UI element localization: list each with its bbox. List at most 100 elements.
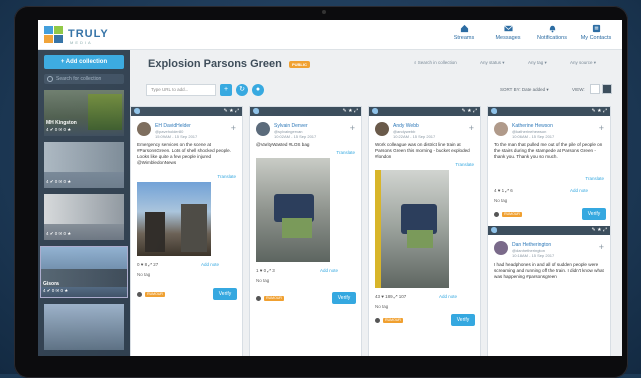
sort-by-dropdown[interactable]: SORT BY: Date added ▾ [500,87,549,93]
add-icon[interactable]: + [599,123,604,133]
collection-thumb-selected[interactable]: Gisora 4 ✔ 0 ✉ 0 ★ [40,246,128,298]
photo-figure [145,212,165,252]
tweet-text: Emergency services on the scene at #Pars… [137,142,231,165]
avatar [494,241,508,255]
thumb-caption: MH Kingston [46,120,77,126]
add-note-link[interactable]: Add note [439,294,457,299]
collection-thumb[interactable] [44,304,124,350]
tweet-card[interactable]: ✎ ★ ⤢ Katherine Hewson @katherinehewson … [487,106,611,356]
photo-figure [181,204,207,252]
card-tools[interactable]: ✎ ★ ⤢ [592,227,607,233]
rumour-pill[interactable]: RUMOUR [264,296,284,301]
twitter-icon [134,108,140,114]
tweet-photo[interactable] [256,158,330,262]
translate-link[interactable]: Translate [455,162,474,167]
card-tools[interactable]: ✎ ★ ⤢ [592,108,607,114]
thumb-image [44,194,124,224]
status-dot [256,296,261,301]
collection-thumb[interactable]: 4 ✔ 0 ✉ 0 ★ [44,142,124,188]
grid-view-button[interactable] [602,84,612,94]
url-input[interactable]: Type URL to add... [146,84,216,96]
nav-label: My Contacts [580,35,612,41]
tweet-photo[interactable] [375,170,449,288]
twitter-icon [491,227,497,233]
user-icon[interactable]: ● [252,84,264,96]
rumour-pill[interactable]: RUMOUR [145,292,165,297]
tweet-text: To the man that pulled me out of the pil… [494,142,603,159]
collection-title-text: Explosion Parsons Green [148,58,282,70]
nav-notifications[interactable]: Notifications [530,24,574,48]
twitter-icon [372,108,378,114]
refresh-icon[interactable]: ↻ [236,84,248,96]
add-icon[interactable]: + [469,123,474,133]
photo-bag [407,230,433,248]
rumour-pill[interactable]: RUMOUR [502,212,522,217]
list-view-button[interactable] [590,84,600,94]
add-collection-button[interactable]: + Add collection [44,55,124,69]
twitter-icon [491,108,497,114]
view-label: VIEW: [572,87,585,92]
card-tools[interactable]: ✎ ★ ⤢ [224,108,239,114]
tag-label: No tag [137,272,151,277]
twitter-icon [253,108,259,114]
nav-contacts[interactable]: My Contacts [574,24,618,48]
card-body: Katherine Hewson @katherinehewson 10:06A… [488,116,610,356]
tweet-photo[interactable] [137,182,211,256]
add-note-link[interactable]: Add note [320,268,338,273]
verify-button[interactable]: Verify [451,314,475,326]
engagement-stats: 43 ♥ 189 ⤢ 107 [375,294,407,299]
translate-link[interactable]: Translate [336,150,355,155]
add-note-link[interactable]: Add note [201,262,219,267]
app-screen: TRULY MEDIA Streams Messages Notificatio… [38,20,622,356]
sidebar: + Add collection Search for collection M… [38,50,130,356]
rumour-pill[interactable]: RUMOUR [383,318,403,323]
webcam [322,10,326,14]
card-header: ✎ ★ ⤢ [488,107,610,116]
logo-subtext: MEDIA [70,40,93,45]
tweet-card[interactable]: ✎ ★ ⤢ EH DavidHelder @paveholder80 15:09… [130,106,243,356]
card-body: Andy Webb @andywebb 10:22AM - 15 Sep 201… [369,116,480,356]
collection-search-field[interactable]: ⌕ Search in collection [414,58,457,67]
verify-button[interactable]: Verify [582,208,606,220]
collection-main: Explosion Parsons Green PUBLIC ⌕ Search … [130,50,622,356]
logo-text: TRULY [68,28,109,40]
nav-label: Streams [453,35,475,41]
add-note-link[interactable]: Add note [570,188,588,193]
add-icon[interactable]: + [231,123,236,133]
add-icon[interactable]: + [599,242,604,252]
nav-label: Notifications [537,35,567,41]
collection-title: Explosion Parsons Green PUBLIC [148,58,310,70]
card-header: ✎ ★ ⤢ [250,107,361,116]
source-filter[interactable]: Any source ▾ [570,58,596,67]
home-icon [460,24,468,33]
status-dot [375,318,380,323]
collection-thumb[interactable]: MH Kingston 4 ✔ 0 ✉ 0 ★ [44,90,124,136]
card-body: Sylvain Denver @sylvaingervan 10:02AM - … [250,116,361,356]
card-header: ✎ ★ ⤢ [488,226,610,235]
translate-link[interactable]: Translate [217,174,236,179]
tweet-card[interactable]: ✎ ★ ⤢ Andy Webb @andywebb 10:22AM - 15 S… [368,106,481,356]
verify-button[interactable]: Verify [213,288,237,300]
engagement-stats: 4 ♥ 1 ⤢ 6 [494,188,513,193]
avatar [494,122,508,136]
tweet-card[interactable]: ✎ ★ ⤢ Sylvain Denver @sylvaingervan 10:0… [249,106,362,356]
status-filter[interactable]: Any status ▾ [480,58,505,67]
add-url-button[interactable]: + [220,84,232,96]
translate-link[interactable]: Translate [585,176,604,181]
collection-search-input[interactable]: Search for collection [44,74,124,84]
collection-search-placeholder: Search for collection [56,76,102,82]
card-header: ✎ ★ ⤢ [131,107,242,116]
verify-button[interactable]: Verify [332,292,356,304]
status-dot [137,292,142,297]
add-icon[interactable]: + [350,123,355,133]
top-bar: TRULY MEDIA Streams Messages Notificatio… [38,20,622,50]
post-date: 10:22AM - 15 Sep 2017 [393,134,436,139]
thumb-meta: 4 ✔ 0 ✉ 0 ★ [46,179,72,184]
collection-thumb[interactable]: 4 ✔ 0 ✉ 0 ★ [44,194,124,240]
nav-streams[interactable]: Streams [442,24,486,48]
tag-filter[interactable]: Any tag ▾ [528,58,547,67]
card-tools[interactable]: ✎ ★ ⤢ [343,108,358,114]
post-date: 10:02AM - 15 Sep 2017 [274,134,317,139]
nav-messages[interactable]: Messages [486,24,530,48]
card-tools[interactable]: ✎ ★ ⤢ [462,108,477,114]
